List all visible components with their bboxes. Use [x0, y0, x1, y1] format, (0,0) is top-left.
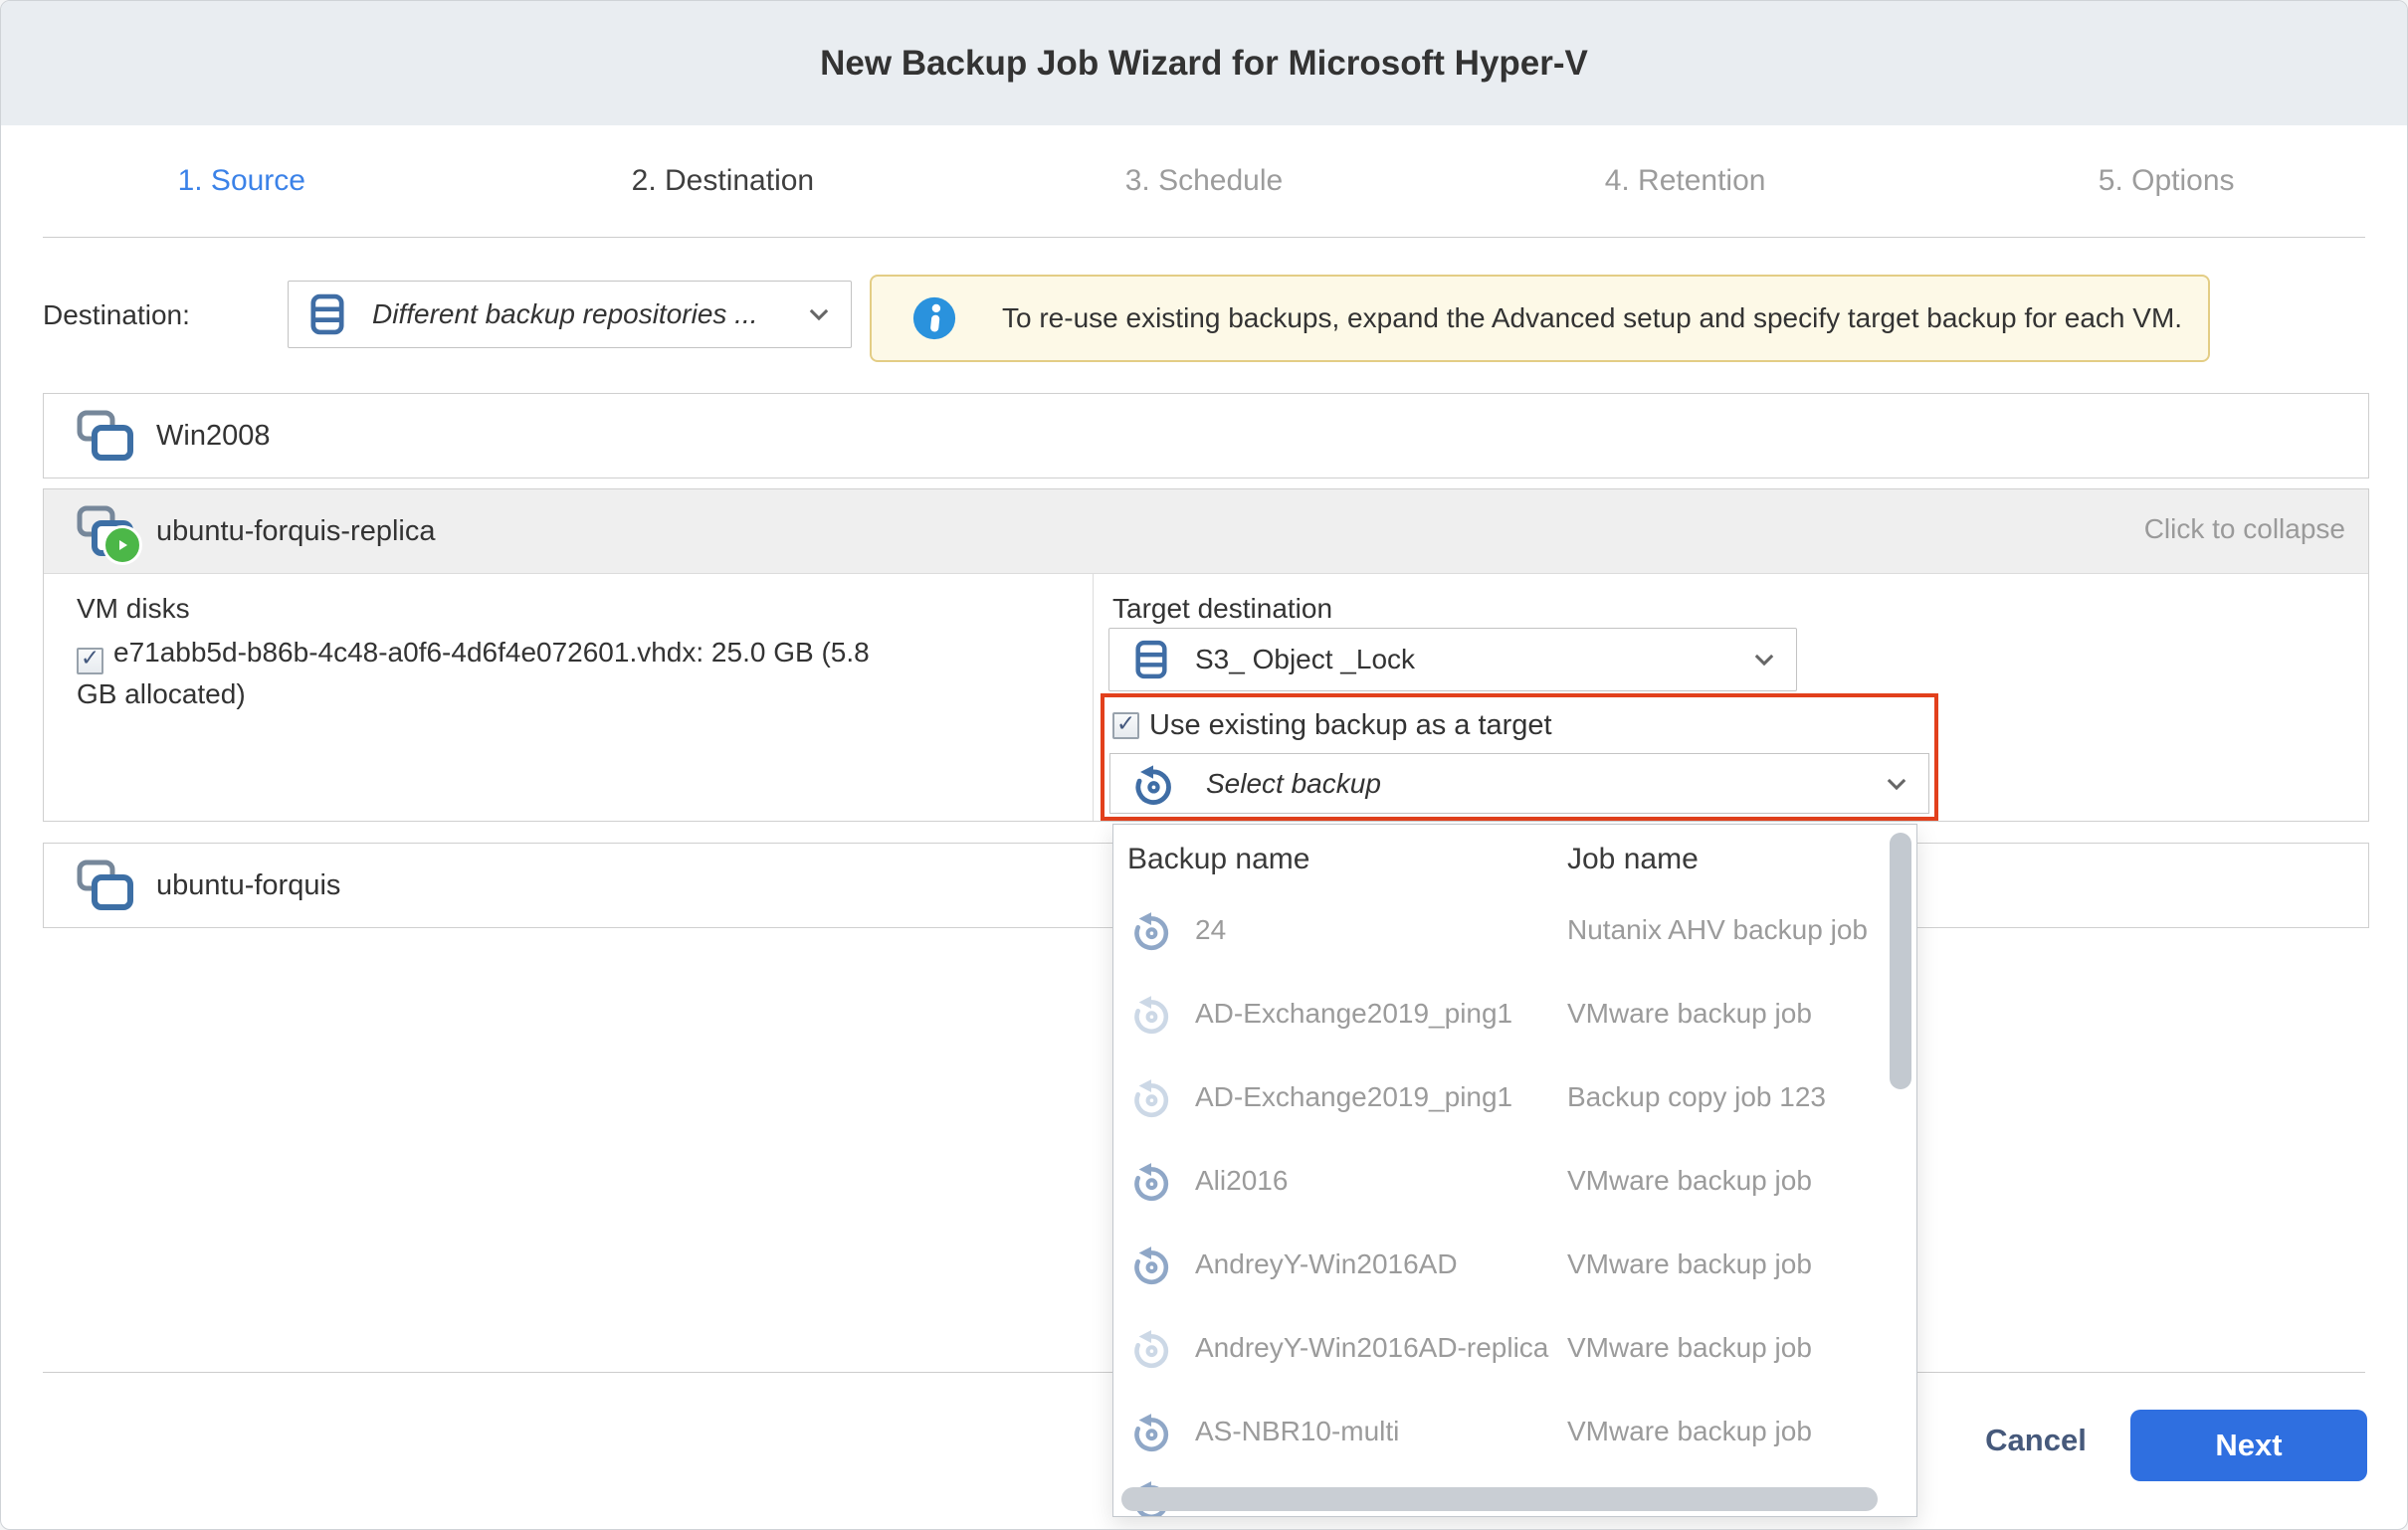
- info-banner-text: To re-use existing backups, expand the A…: [1002, 302, 2182, 334]
- vm-name: ubuntu-forquis-replica: [156, 515, 435, 548]
- backup-job-wizard-dialog: New Backup Job Wizard for Microsoft Hype…: [0, 0, 2408, 1530]
- wizard-title: New Backup Job Wizard for Microsoft Hype…: [820, 44, 1588, 84]
- backup-option[interactable]: AD-Exchange2019_ping1 Backup copy job 12…: [1113, 1055, 1916, 1139]
- step-destination[interactable]: 2. Destination: [483, 125, 964, 237]
- backup-option[interactable]: Ali2016 VMware backup job: [1113, 1139, 1916, 1223]
- backup-restore-icon: [1129, 1159, 1173, 1203]
- chevron-down-icon: [1883, 770, 1910, 798]
- backup-name: AD-Exchange2019_ping1: [1195, 1081, 1512, 1113]
- target-destination-select[interactable]: S3_ Object _Lock: [1108, 628, 1797, 691]
- column-backup-name: Backup name: [1127, 843, 1309, 876]
- repository-icon: [310, 293, 344, 335]
- destination-select[interactable]: Different backup repositories ...: [288, 281, 852, 348]
- info-banner: To re-use existing backups, expand the A…: [870, 275, 2210, 362]
- dropdown-rows: 24 Nutanix AHV backup job AD-Exchange201…: [1113, 888, 1916, 1473]
- job-name: VMware backup job: [1567, 1416, 1812, 1447]
- backup-option[interactable]: AndreyY-Win2016AD-replica VMware backup …: [1113, 1306, 1916, 1390]
- wizard-steps: 1. Source 2. Destination 3. Schedule 4. …: [1, 125, 2407, 237]
- job-name: VMware backup job: [1567, 1248, 1812, 1280]
- backup-restore-icon: [1129, 992, 1173, 1036]
- vm-name: ubuntu-forquis: [156, 869, 340, 902]
- vm-expanded-panel: ubuntu-forquis-replica Click to collapse…: [43, 488, 2369, 822]
- vm-row-win2008[interactable]: Win2008: [43, 393, 2369, 478]
- vm-disk-item: ✓e71abb5d-b86b-4c48-a0f6-4d6f4e072601.vh…: [77, 633, 912, 714]
- panel-column-divider: [1093, 574, 1094, 821]
- disk-text: e71abb5d-b86b-4c48-a0f6-4d6f4e072601.vhd…: [77, 637, 870, 709]
- vm-icon: [77, 860, 134, 911]
- job-name: VMware backup job: [1567, 998, 1812, 1030]
- backup-restore-icon: [1129, 1075, 1173, 1119]
- chevron-down-icon: [805, 300, 833, 328]
- select-backup-placeholder: Select backup: [1206, 768, 1883, 800]
- use-existing-label: Use existing backup as a target: [1149, 709, 1552, 742]
- backup-name: Ali2016: [1195, 1165, 1288, 1197]
- backup-name: AndreyY-Win2016AD: [1195, 1248, 1458, 1280]
- job-name: Backup copy job 123: [1567, 1081, 1826, 1113]
- step-retention[interactable]: 4. Retention: [1445, 125, 1926, 237]
- backup-restore-icon: [1129, 908, 1173, 952]
- backup-name: 24: [1195, 914, 1226, 946]
- backup-dropdown-panel: Backup name Job name 24 Nutanix AHV back…: [1112, 824, 1917, 1517]
- wizard-header: New Backup Job Wizard for Microsoft Hype…: [1, 1, 2407, 125]
- running-badge-icon: [102, 525, 142, 565]
- backup-name: AD-Exchange2019_ping1: [1195, 998, 1512, 1030]
- backup-name: AS-NBR10-multi: [1195, 1416, 1399, 1447]
- step-options[interactable]: 5. Options: [1925, 125, 2407, 237]
- horizontal-scrollbar[interactable]: [1121, 1487, 1878, 1511]
- destination-label: Destination:: [43, 299, 190, 331]
- backup-restore-icon: [1129, 1410, 1173, 1453]
- highlight-red-box: ✓ Use existing backup as a target Select…: [1101, 693, 1938, 821]
- backup-option[interactable]: AD-Exchange2019_ping1 VMware backup job: [1113, 972, 1916, 1055]
- backup-option[interactable]: AndreyY-Win2016AD VMware backup job: [1113, 1223, 1916, 1306]
- job-name: Nutanix AHV backup job: [1567, 914, 1868, 946]
- backup-option[interactable]: 24 Nutanix AHV backup job: [1113, 888, 1916, 972]
- step-schedule[interactable]: 3. Schedule: [963, 125, 1445, 237]
- cancel-button[interactable]: Cancel: [1951, 1422, 2120, 1459]
- destination-select-value: Different backup repositories ...: [372, 298, 805, 330]
- vertical-scrollbar[interactable]: [1890, 833, 1911, 1089]
- vm-disks-label: VM disks: [77, 593, 190, 625]
- collapse-hint[interactable]: Click to collapse: [2144, 513, 2345, 545]
- backup-option[interactable]: AS-NBR10-multi VMware backup job: [1113, 1390, 1916, 1473]
- chevron-down-icon: [1750, 646, 1778, 673]
- backup-restore-icon: [1129, 1243, 1173, 1286]
- vm-name: Win2008: [156, 420, 270, 453]
- backup-restore-icon: [1130, 761, 1176, 807]
- column-job-name: Job name: [1567, 843, 1699, 876]
- next-button[interactable]: Next: [2130, 1410, 2367, 1481]
- select-backup-dropdown[interactable]: Select backup: [1109, 753, 1929, 814]
- disk-checkbox[interactable]: ✓: [77, 648, 103, 674]
- job-name: VMware backup job: [1567, 1332, 1812, 1364]
- step-source[interactable]: 1. Source: [1, 125, 483, 237]
- target-destination-label: Target destination: [1112, 593, 1332, 625]
- repository-icon: [1135, 640, 1167, 679]
- info-icon: [911, 295, 957, 341]
- backup-name: AndreyY-Win2016AD-replica: [1195, 1332, 1548, 1364]
- backup-restore-icon: [1129, 1326, 1173, 1370]
- target-destination-value: S3_ Object _Lock: [1195, 644, 1750, 675]
- use-existing-backup-row[interactable]: ✓ Use existing backup as a target: [1112, 709, 1552, 742]
- vm-row-replica[interactable]: ubuntu-forquis-replica Click to collapse: [44, 489, 2368, 574]
- vm-icon: [77, 410, 134, 462]
- steps-divider: [43, 237, 2365, 238]
- vm-replica-icon: [77, 505, 134, 557]
- job-name: VMware backup job: [1567, 1165, 1812, 1197]
- use-existing-checkbox[interactable]: ✓: [1112, 712, 1139, 739]
